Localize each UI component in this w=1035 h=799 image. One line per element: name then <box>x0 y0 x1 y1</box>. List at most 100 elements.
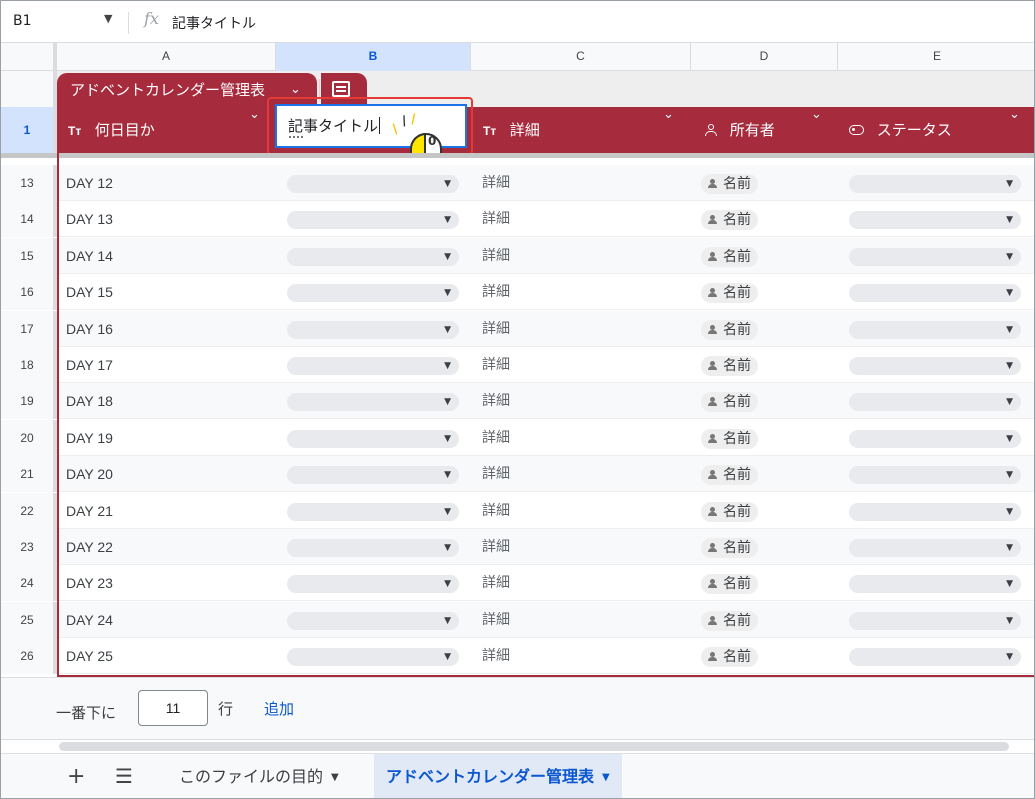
all-sheets-menu-icon[interactable]: ☰ <box>115 764 133 788</box>
row-number[interactable]: 19 <box>1 383 57 420</box>
status-dropdown[interactable]: ▼ <box>849 357 1021 375</box>
day-cell[interactable]: DAY 17 <box>66 347 113 383</box>
day-cell[interactable]: DAY 22 <box>66 529 113 565</box>
title-dropdown[interactable]: ▼ <box>287 357 459 375</box>
detail-cell[interactable]: 詳細 <box>482 347 510 383</box>
owner-chip[interactable]: 名前 <box>701 538 758 558</box>
detail-cell[interactable]: 詳細 <box>482 565 510 601</box>
detail-cell[interactable]: 詳細 <box>482 383 510 419</box>
row-number[interactable]: 23 <box>1 529 57 565</box>
owner-chip[interactable]: 名前 <box>701 210 758 231</box>
owner-chip[interactable]: 名前 <box>701 174 758 194</box>
day-cell[interactable]: DAY 15 <box>66 274 113 310</box>
column-header-c[interactable]: C <box>471 43 691 71</box>
sheet-tab-calendar[interactable]: アドベントカレンダー管理表 ▼ <box>374 754 622 798</box>
status-dropdown[interactable]: ▼ <box>849 175 1021 193</box>
row-number[interactable]: 20 <box>1 419 57 456</box>
row-number[interactable]: 25 <box>1 601 57 638</box>
row-number[interactable]: 21 <box>1 456 57 493</box>
owner-chip[interactable]: 名前 <box>701 392 758 413</box>
title-dropdown[interactable]: ▼ <box>287 175 459 193</box>
owner-chip[interactable]: 名前 <box>701 465 758 486</box>
title-dropdown[interactable]: ▼ <box>287 320 459 339</box>
status-dropdown[interactable]: ▼ <box>849 393 1021 412</box>
column-header-b[interactable]: B <box>276 43 471 71</box>
day-cell[interactable]: DAY 23 <box>66 565 113 601</box>
select-all-corner[interactable] <box>1 43 57 71</box>
column-header-e[interactable]: E <box>838 43 1034 71</box>
owner-chip[interactable]: 名前 <box>701 246 758 267</box>
day-cell[interactable]: DAY 18 <box>66 383 113 419</box>
status-dropdown[interactable]: ▼ <box>849 247 1021 266</box>
header-cell-e[interactable]: ステータス <box>849 107 1019 153</box>
detail-cell[interactable]: 詳細 <box>482 165 510 201</box>
name-box-dropdown-icon[interactable]: ▼ <box>104 12 112 25</box>
detail-cell[interactable]: 詳細 <box>482 420 510 456</box>
status-dropdown[interactable]: ▼ <box>849 466 1021 485</box>
title-dropdown[interactable]: ▼ <box>287 539 459 557</box>
title-dropdown[interactable]: ▼ <box>287 284 459 303</box>
detail-cell[interactable]: 詳細 <box>482 529 510 565</box>
chevron-down-icon[interactable]: ⌄ <box>1009 107 1020 122</box>
detail-cell[interactable]: 詳細 <box>482 602 510 638</box>
detail-cell[interactable]: 詳細 <box>482 638 510 674</box>
header-cell-a[interactable]: Tт 何日目か <box>68 107 278 153</box>
title-dropdown[interactable]: ▼ <box>287 611 459 630</box>
status-dropdown[interactable]: ▼ <box>849 611 1021 630</box>
day-cell[interactable]: DAY 20 <box>66 456 113 492</box>
owner-chip[interactable]: 名前 <box>701 610 758 631</box>
detail-cell[interactable]: 詳細 <box>482 456 510 492</box>
day-cell[interactable]: DAY 25 <box>66 638 113 674</box>
owner-chip[interactable]: 名前 <box>701 356 758 376</box>
day-cell[interactable]: DAY 21 <box>66 493 113 529</box>
chevron-down-icon[interactable]: ⌄ <box>811 107 822 122</box>
title-dropdown[interactable]: ▼ <box>287 502 459 521</box>
day-cell[interactable]: DAY 12 <box>66 165 113 201</box>
detail-cell[interactable]: 詳細 <box>482 238 510 274</box>
horizontal-scrollbar[interactable] <box>1 739 1034 753</box>
status-dropdown[interactable]: ▼ <box>849 429 1021 448</box>
title-dropdown[interactable]: ▼ <box>287 247 459 266</box>
row-number[interactable]: 16 <box>1 274 57 311</box>
column-header-a[interactable]: A <box>57 43 276 71</box>
chevron-down-icon[interactable]: ⌄ <box>663 107 674 122</box>
row-number[interactable]: 15 <box>1 237 57 274</box>
row-number[interactable]: 18 <box>1 347 57 383</box>
day-cell[interactable]: DAY 24 <box>66 602 113 638</box>
header-cell-c[interactable]: Tт 詳細 <box>483 107 693 153</box>
title-dropdown[interactable]: ▼ <box>287 211 459 230</box>
column-header-d[interactable]: D <box>691 43 838 71</box>
detail-cell[interactable]: 詳細 <box>482 274 510 310</box>
status-dropdown[interactable]: ▼ <box>849 502 1021 521</box>
detail-cell[interactable]: 詳細 <box>482 201 510 237</box>
title-dropdown[interactable]: ▼ <box>287 393 459 412</box>
row-number[interactable]: 26 <box>1 638 57 675</box>
day-cell[interactable]: DAY 13 <box>66 201 113 237</box>
title-dropdown[interactable]: ▼ <box>287 466 459 485</box>
formula-input[interactable]: 記事タイトル <box>172 13 256 33</box>
title-dropdown[interactable]: ▼ <box>287 648 459 667</box>
chevron-down-icon[interactable]: ▼ <box>331 772 339 783</box>
day-cell[interactable]: DAY 14 <box>66 238 113 274</box>
row-number[interactable]: 13 <box>1 165 57 201</box>
detail-cell[interactable]: 詳細 <box>482 493 510 529</box>
day-cell[interactable]: DAY 16 <box>66 311 113 347</box>
sheet-tab-purpose[interactable]: このファイルの目的 ▼ <box>167 754 351 798</box>
owner-chip[interactable]: 名前 <box>701 501 758 522</box>
cell-editor-text[interactable]: 記事タイトル <box>288 115 381 136</box>
header-cell-d[interactable]: 所有者 <box>705 107 845 153</box>
owner-chip[interactable]: 名前 <box>701 283 758 304</box>
scrollbar-thumb[interactable] <box>59 742 1009 751</box>
row-number[interactable]: 14 <box>1 201 57 238</box>
add-sheet-icon[interactable]: + <box>67 764 85 789</box>
owner-chip[interactable]: 名前 <box>701 319 758 340</box>
row-number[interactable]: 24 <box>1 565 57 602</box>
status-dropdown[interactable]: ▼ <box>849 648 1021 667</box>
status-dropdown[interactable]: ▼ <box>849 539 1021 557</box>
title-dropdown[interactable]: ▼ <box>287 429 459 448</box>
owner-chip[interactable]: 名前 <box>701 574 758 595</box>
chevron-down-icon[interactable]: ⌄ <box>249 107 260 122</box>
add-rows-count-input[interactable]: 11 <box>138 690 208 726</box>
detail-cell[interactable]: 詳細 <box>482 311 510 347</box>
status-dropdown[interactable]: ▼ <box>849 575 1021 594</box>
